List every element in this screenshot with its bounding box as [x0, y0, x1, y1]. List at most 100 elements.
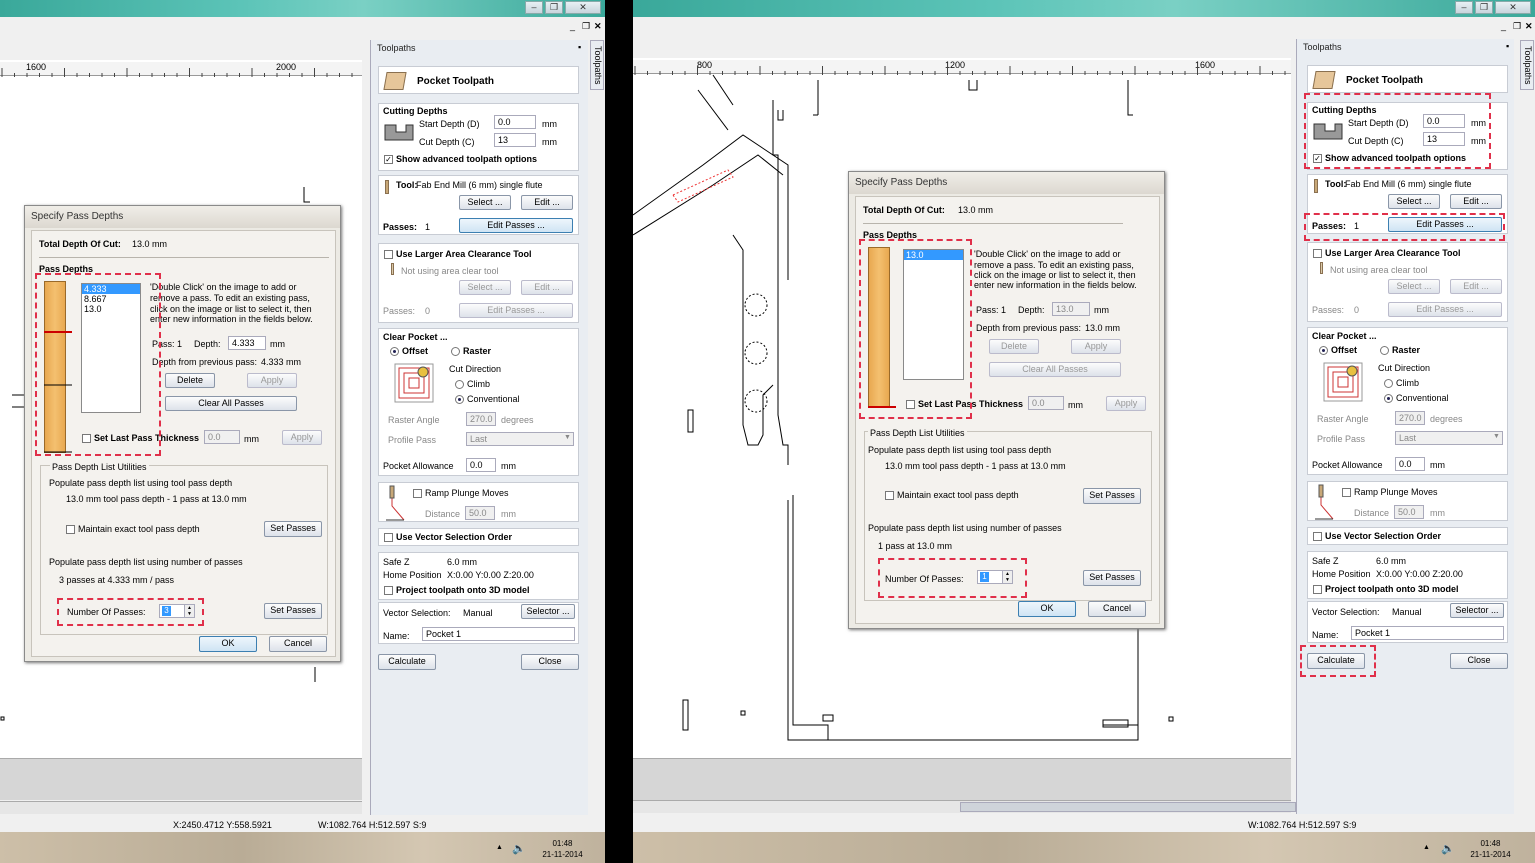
offset-radio[interactable]: [390, 347, 399, 356]
minimize-icon[interactable]: –: [525, 1, 543, 14]
set-passes-tool-button[interactable]: Set Passes: [264, 521, 322, 537]
close-icon[interactable]: ✕: [565, 1, 601, 14]
distance-input[interactable]: 50.0: [465, 506, 495, 520]
apply-button[interactable]: Apply: [247, 373, 297, 388]
show-advanced-checkbox[interactable]: ✓: [384, 155, 393, 164]
calculate-button[interactable]: Calculate: [378, 654, 436, 670]
doc-minimize-icon[interactable]: _: [1501, 21, 1506, 31]
pocket-allowance-input[interactable]: 0.0: [1395, 457, 1425, 471]
ok-button[interactable]: OK: [1018, 601, 1076, 617]
project-checkbox[interactable]: [384, 586, 393, 595]
clock[interactable]: 01:48 21-11-2014: [1463, 838, 1518, 860]
vector-order-checkbox[interactable]: [1313, 532, 1322, 541]
set-passes-tool-button[interactable]: Set Passes: [1083, 488, 1141, 504]
larger-area-checkbox[interactable]: [384, 250, 393, 259]
doc-close-icon[interactable]: ✕: [1525, 21, 1533, 32]
restore-icon[interactable]: ❐: [1475, 1, 1493, 14]
chevron-down-icon[interactable]: ▼: [564, 434, 571, 441]
set-last-pass-input[interactable]: 0.0: [204, 430, 240, 444]
tool-edit-button[interactable]: Edit ...: [521, 195, 573, 210]
ok-button[interactable]: OK: [199, 636, 257, 652]
area-edit-passes-button[interactable]: Edit Passes ...: [459, 303, 573, 318]
populate-tool-label: Populate pass depth list using tool pass…: [49, 478, 233, 488]
raster-angle-input[interactable]: 270.0: [466, 412, 496, 426]
horizontal-scrollbar[interactable]: [633, 800, 1296, 813]
profile-pass-label: Profile Pass: [388, 435, 437, 445]
ramp-checkbox[interactable]: [1342, 488, 1351, 497]
volume-icon[interactable]: 🔈: [1441, 842, 1455, 855]
larger-area-checkbox[interactable]: [1313, 249, 1322, 258]
close-button[interactable]: Close: [521, 654, 579, 670]
ramp-checkbox[interactable]: [413, 489, 422, 498]
clear-all-passes-button[interactable]: Clear All Passes: [165, 396, 297, 411]
close-icon[interactable]: ✕: [1495, 1, 1531, 14]
set-last-apply-button[interactable]: Apply: [1106, 396, 1146, 411]
area-select-button[interactable]: Select ...: [1388, 279, 1440, 294]
chevron-down-icon[interactable]: ▼: [1493, 433, 1500, 440]
cancel-button[interactable]: Cancel: [1088, 601, 1146, 617]
maintain-exact-checkbox[interactable]: [66, 525, 75, 534]
scrollbar-thumb[interactable]: [960, 802, 1296, 812]
raster-angle-label: Raster Angle: [388, 415, 440, 425]
conventional-radio[interactable]: [455, 395, 464, 404]
maintain-exact-checkbox[interactable]: [885, 491, 894, 500]
cut-depth-input[interactable]: 13: [494, 133, 536, 147]
doc-restore-icon[interactable]: ❐: [1513, 21, 1521, 32]
clock[interactable]: 01:48 21-11-2014: [535, 838, 590, 860]
project-checkbox[interactable]: [1313, 585, 1322, 594]
conventional-radio[interactable]: [1384, 394, 1393, 403]
selector-button[interactable]: Selector ...: [1450, 603, 1504, 618]
apply-button[interactable]: Apply: [1071, 339, 1121, 354]
tool-select-button[interactable]: Select ...: [459, 195, 511, 210]
tray-arrow-icon[interactable]: ▲: [1423, 844, 1430, 851]
cancel-button[interactable]: Cancel: [269, 636, 327, 652]
climb-radio[interactable]: [455, 380, 464, 389]
depth-input[interactable]: 13.0: [1052, 302, 1090, 316]
pin-icon[interactable]: ▪: [578, 42, 581, 52]
set-passes-number-button[interactable]: Set Passes: [264, 603, 322, 619]
pocket-allowance-input[interactable]: 0.0: [466, 458, 496, 472]
doc-minimize-icon[interactable]: _: [570, 21, 575, 31]
tool-select-button[interactable]: Select ...: [1388, 194, 1440, 209]
doc-restore-icon[interactable]: ❐: [582, 21, 590, 32]
delete-button[interactable]: Delete: [989, 339, 1039, 354]
toolpaths-side-tab[interactable]: Toolpaths: [590, 40, 604, 90]
tool-edit-button[interactable]: Edit ...: [1450, 194, 1502, 209]
toolpaths-side-tab[interactable]: Toolpaths: [1520, 40, 1534, 90]
clear-all-passes-button[interactable]: Clear All Passes: [989, 362, 1121, 377]
name-input[interactable]: Pocket 1: [1351, 626, 1504, 640]
vector-order-checkbox[interactable]: [384, 533, 393, 542]
home-position-value: X:0.00 Y:0.00 Z:20.00: [1376, 569, 1463, 579]
profile-pass-select[interactable]: Last: [466, 432, 574, 446]
raster-radio[interactable]: [1380, 346, 1389, 355]
raster-angle-input[interactable]: 270.0: [1395, 411, 1425, 425]
set-last-apply-button[interactable]: Apply: [282, 430, 322, 445]
minimize-icon[interactable]: –: [1455, 1, 1473, 14]
name-input[interactable]: Pocket 1: [422, 627, 575, 641]
horizontal-scrollbar[interactable]: [0, 801, 362, 814]
selector-button[interactable]: Selector ...: [521, 604, 575, 619]
area-select-button[interactable]: Select ...: [459, 280, 511, 295]
close-button[interactable]: Close: [1450, 653, 1508, 669]
start-depth-input[interactable]: 0.0: [494, 115, 536, 129]
raster-radio[interactable]: [451, 347, 460, 356]
offset-radio[interactable]: [1319, 346, 1328, 355]
pin-icon[interactable]: ▪: [1506, 41, 1509, 51]
tray-arrow-icon[interactable]: ▲: [496, 844, 503, 851]
set-passes-number-button[interactable]: Set Passes: [1083, 570, 1141, 586]
clear-pocket-section: Clear Pocket ... Offset Raster Cut Direc…: [378, 328, 579, 476]
area-edit-button[interactable]: Edit ...: [1450, 279, 1502, 294]
area-edit-button[interactable]: Edit ...: [521, 280, 573, 295]
ramp-label: Ramp Plunge Moves: [425, 488, 509, 498]
volume-icon[interactable]: 🔈: [512, 842, 526, 855]
area-edit-passes-button[interactable]: Edit Passes ...: [1388, 302, 1502, 317]
climb-radio[interactable]: [1384, 379, 1393, 388]
restore-icon[interactable]: ❐: [545, 1, 563, 14]
doc-close-icon[interactable]: ✕: [594, 21, 602, 32]
profile-pass-select[interactable]: Last: [1395, 431, 1503, 445]
set-last-pass-input[interactable]: 0.0: [1028, 396, 1064, 410]
edit-passes-button[interactable]: Edit Passes ...: [459, 218, 573, 233]
depth-input[interactable]: 4.333: [228, 336, 266, 350]
distance-input[interactable]: 50.0: [1394, 505, 1424, 519]
delete-button[interactable]: Delete: [165, 373, 215, 388]
